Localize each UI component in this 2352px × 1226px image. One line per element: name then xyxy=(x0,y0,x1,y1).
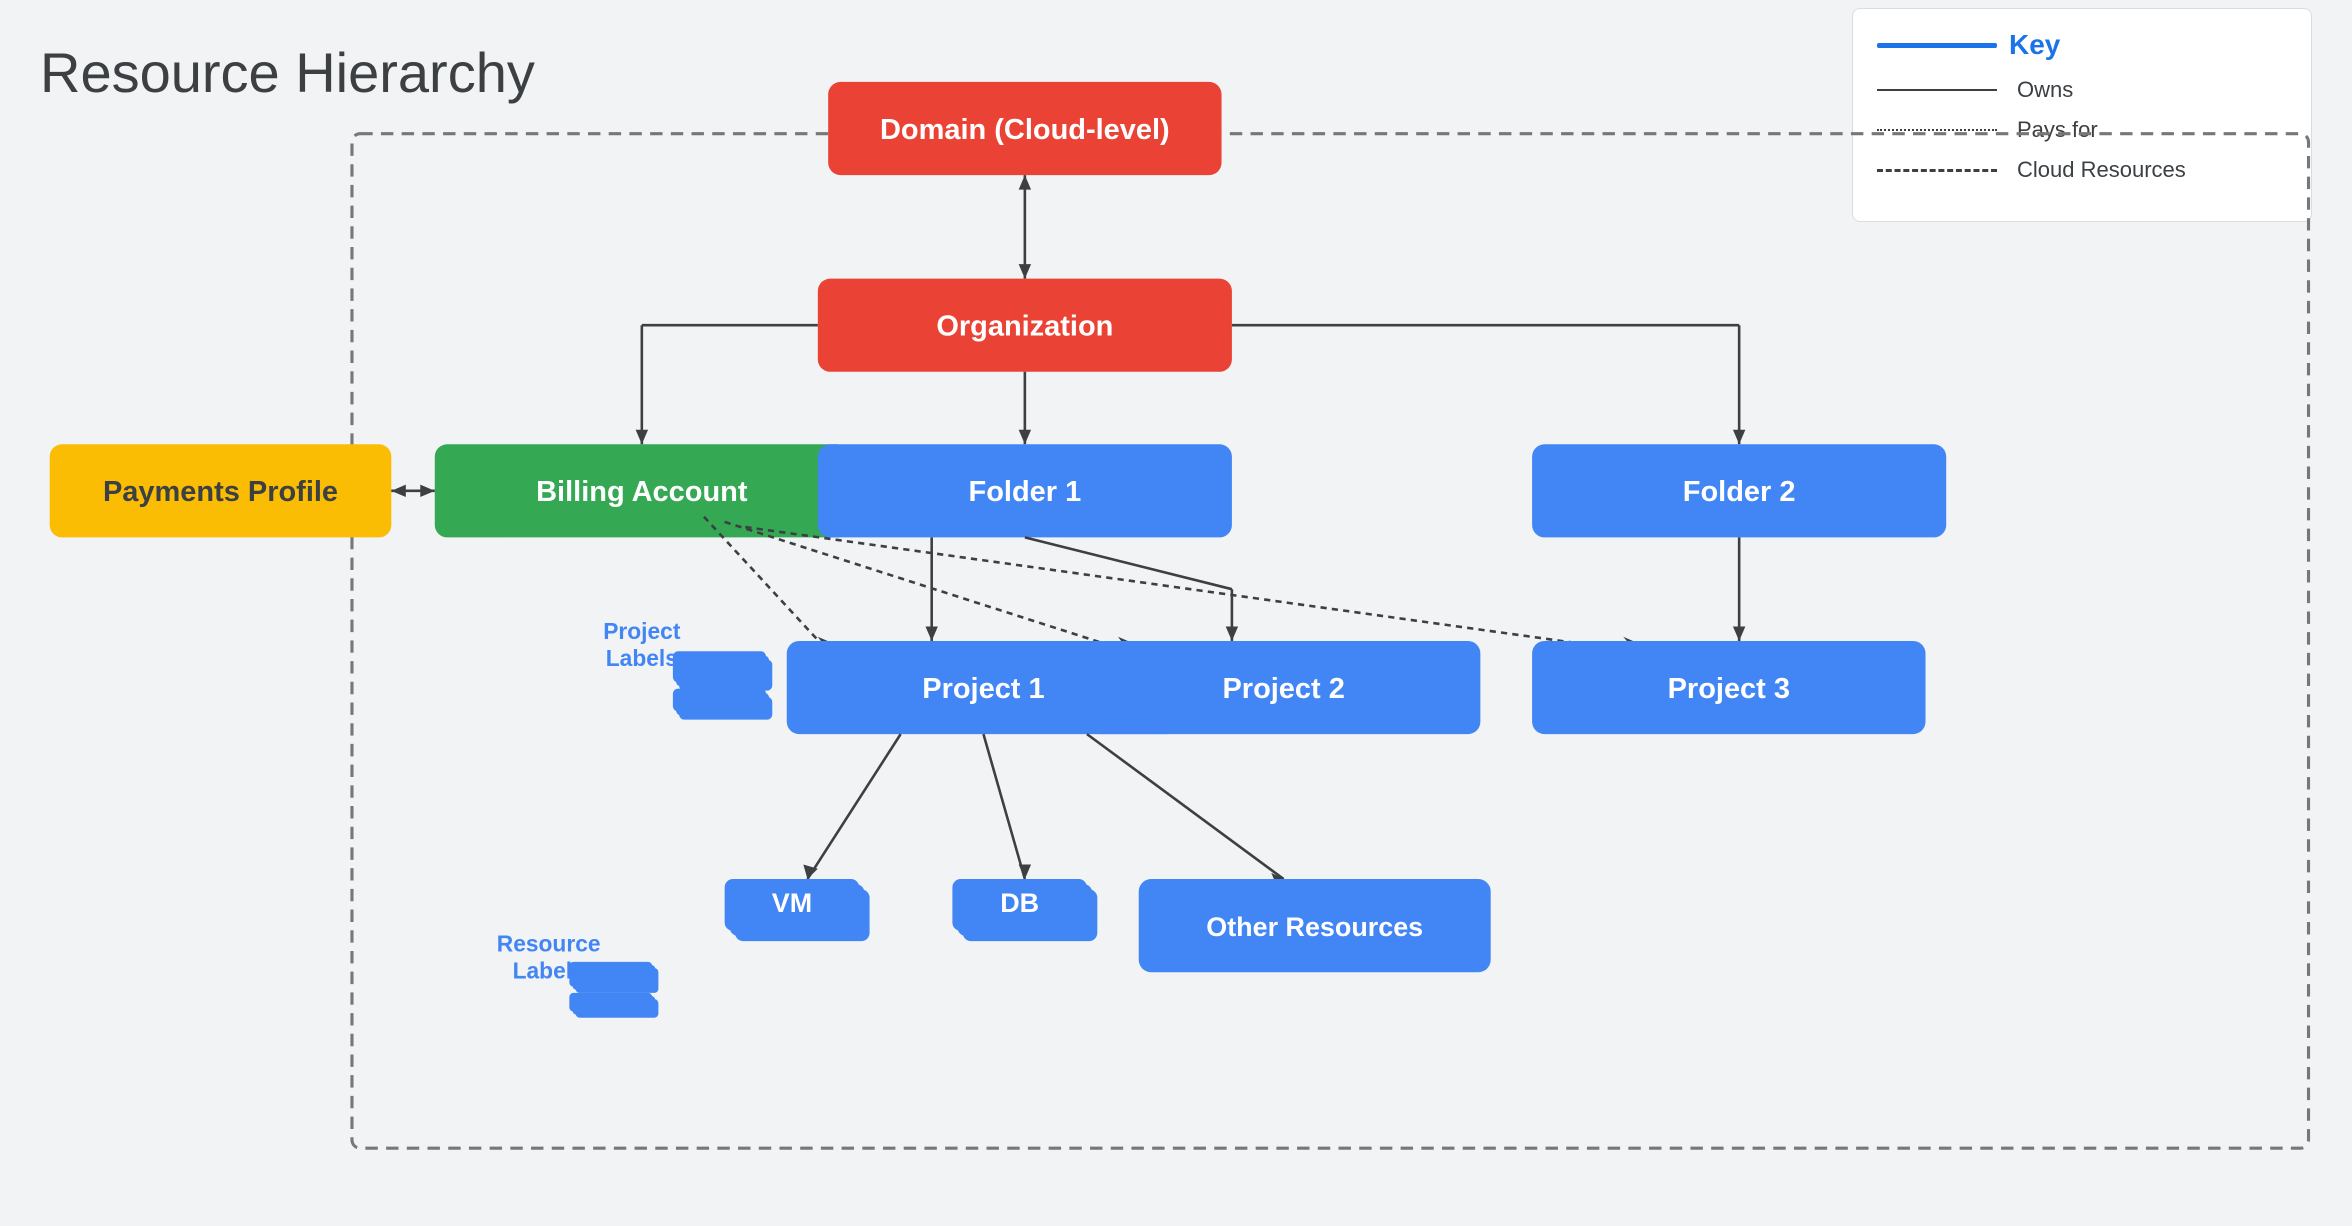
key-item-cloud: Cloud Resources xyxy=(1877,157,2287,183)
svg-text:DB: DB xyxy=(1000,888,1039,918)
svg-text:VM: VM xyxy=(772,888,812,918)
owns-line-icon xyxy=(1877,89,1997,91)
key-item-pays: Pays for xyxy=(1877,117,2287,143)
svg-text:Other Resources: Other Resources xyxy=(1206,912,1423,942)
svg-text:Billing Account: Billing Account xyxy=(536,476,748,508)
key-blue-bar xyxy=(1877,43,1997,48)
svg-text:Labels: Labels xyxy=(513,957,585,983)
cloud-label: Cloud Resources xyxy=(2017,157,2186,183)
key-item-owns: Owns xyxy=(1877,77,2287,103)
pays-line-icon xyxy=(1877,129,1997,131)
svg-text:Folder 2: Folder 2 xyxy=(1683,476,1796,508)
cloud-line-icon xyxy=(1877,169,1997,172)
owns-label: Owns xyxy=(2017,77,2073,103)
svg-text:Project 3: Project 3 xyxy=(1668,673,1790,705)
svg-text:Organization: Organization xyxy=(936,311,1113,343)
svg-text:Project: Project xyxy=(603,618,681,644)
svg-text:Resource: Resource xyxy=(497,931,601,957)
svg-text:Project 2: Project 2 xyxy=(1222,673,1344,705)
svg-text:Folder 1: Folder 1 xyxy=(969,476,1082,508)
pays-label: Pays for xyxy=(2017,117,2098,143)
key-title: Key xyxy=(2009,29,2060,61)
svg-text:Project 1: Project 1 xyxy=(922,673,1044,705)
svg-text:Labels: Labels xyxy=(606,645,678,671)
page-title: Resource Hierarchy xyxy=(40,40,535,105)
svg-text:Payments Profile: Payments Profile xyxy=(103,476,338,508)
svg-text:Domain (Cloud-level): Domain (Cloud-level) xyxy=(880,114,1170,146)
key-box: Key Owns Pays for Cloud Resources xyxy=(1852,8,2312,222)
